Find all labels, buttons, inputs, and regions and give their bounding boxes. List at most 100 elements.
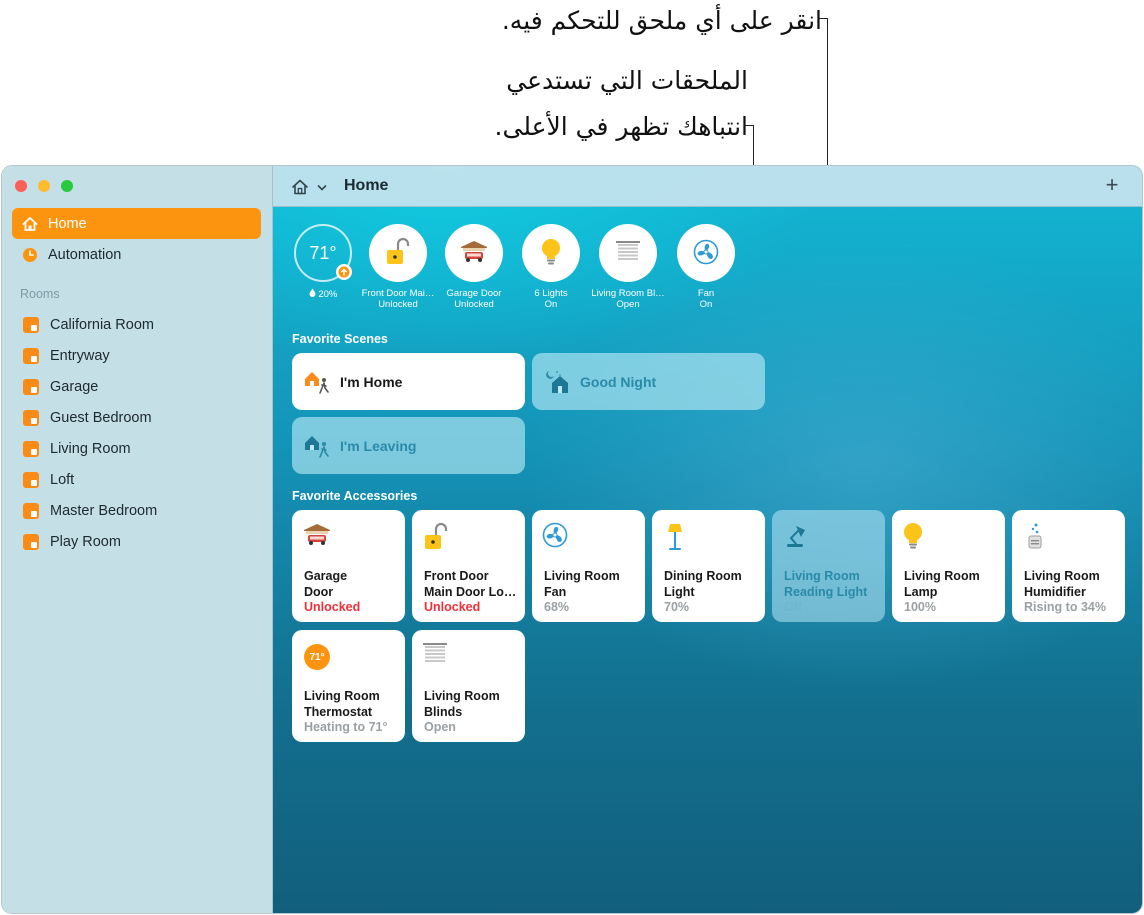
- accessory-living-room-humidifier[interactable]: Living Room Humidifier Rising to 34%: [1012, 510, 1125, 622]
- accessory-name-line1: Garage: [304, 569, 348, 583]
- scene-im-home[interactable]: I'm Home: [292, 353, 525, 410]
- status-state: On: [699, 299, 713, 310]
- close-window-button[interactable]: [15, 180, 27, 192]
- status-label: Front Door Mai…: [361, 288, 435, 299]
- sidebar: Home Automation Rooms California Room En…: [2, 166, 273, 913]
- callout-attention-line2: انتباهك تظهر في الأعلى.: [494, 112, 748, 141]
- status-front-door[interactable]: Front Door Mai… Unlocked: [360, 224, 436, 310]
- accessory-name-line1: Living Room: [424, 689, 500, 703]
- sidebar-item-master-bedroom[interactable]: Master Bedroom: [12, 495, 261, 526]
- accessory-name-line1: Living Room: [304, 689, 380, 703]
- room-icon: [23, 440, 39, 457]
- garage-icon: [302, 522, 332, 552]
- status-circle: [522, 224, 580, 282]
- accessory-name-line1: Living Room: [904, 569, 980, 583]
- accessory-status: 70%: [664, 600, 690, 614]
- room-icon: [23, 533, 39, 550]
- status-fan[interactable]: Fan On: [668, 224, 744, 310]
- desk-lamp-icon: [782, 522, 812, 552]
- thermostat-icon: 71°: [304, 644, 330, 670]
- sidebar-item-automation[interactable]: Automation: [12, 239, 261, 270]
- humidity-value: 20%: [318, 289, 338, 300]
- floor-lamp-icon: [662, 522, 692, 552]
- accessory-living-room-reading-light[interactable]: Living Room Reading Light Off: [772, 510, 885, 622]
- scene-im-leaving[interactable]: I'm Leaving: [292, 417, 525, 474]
- thermostat-badge: 71°: [309, 651, 325, 663]
- callout-line: [744, 125, 754, 126]
- blinds-icon: [422, 642, 452, 672]
- accessory-name-line1: Living Room: [1024, 569, 1100, 583]
- accessory-status: 68%: [544, 600, 570, 614]
- sidebar-item-label: Guest Bedroom: [50, 409, 152, 426]
- status-state: Unlocked: [378, 299, 418, 310]
- scene-label: Good Night: [580, 373, 657, 390]
- status-circle: [445, 224, 503, 282]
- favorite-accessories-heading: Favorite Accessories: [292, 489, 418, 503]
- status-garage-door[interactable]: Garage Door Unlocked: [436, 224, 512, 310]
- zoom-window-button[interactable]: [61, 180, 73, 192]
- lightbulb-icon: [540, 238, 562, 269]
- room-icon: [23, 502, 39, 519]
- accessory-name-line2: Humidifier: [1024, 585, 1086, 599]
- accessory-name-line1: Living Room: [544, 569, 620, 583]
- status-state: Unlocked: [454, 299, 494, 310]
- arrive-home-icon: [304, 369, 330, 395]
- sidebar-item-garage[interactable]: Garage: [12, 371, 261, 402]
- callout-line: [819, 18, 828, 19]
- callout-tap-accessory: انقر على أي ملحق للتحكم فيه.: [501, 6, 822, 35]
- status-temperature[interactable]: 71° 20%: [285, 224, 361, 300]
- sidebar-item-home[interactable]: Home: [12, 208, 261, 239]
- chevron-down-icon[interactable]: [317, 180, 327, 191]
- garage-icon: [459, 239, 489, 268]
- status-living-room-blinds[interactable]: Living Room Bl… Open: [590, 224, 666, 310]
- accessory-status: Rising to 34%: [1024, 600, 1106, 614]
- temperature-value: 71°: [309, 242, 337, 263]
- home-app-window: Home Automation Rooms California Room En…: [1, 165, 1143, 914]
- room-icon: [23, 316, 39, 333]
- accessory-living-room-lamp[interactable]: Living Room Lamp 100%: [892, 510, 1005, 622]
- accessory-living-room-fan[interactable]: Living Room Fan 68%: [532, 510, 645, 622]
- sidebar-item-california-room[interactable]: California Room: [12, 309, 261, 340]
- status-label: 6 Lights: [534, 288, 568, 299]
- accessory-name-line2: Main Door Lo…: [424, 585, 517, 599]
- scene-good-night[interactable]: Good Night: [532, 353, 765, 410]
- lock-open-icon: [422, 522, 452, 552]
- scene-label: I'm Home: [340, 373, 403, 390]
- accessory-living-room-blinds[interactable]: Living Room Blinds Open: [412, 630, 525, 742]
- accessory-name-line2: Reading Light: [784, 585, 868, 599]
- night-house-icon: [544, 369, 570, 395]
- accessory-name-line2: Light: [664, 585, 695, 599]
- sidebar-item-loft[interactable]: Loft: [12, 464, 261, 495]
- room-icon: [23, 471, 39, 488]
- sidebar-item-living-room[interactable]: Living Room: [12, 433, 261, 464]
- add-button[interactable]: +: [1100, 173, 1124, 197]
- temperature-ring: 71°: [294, 224, 352, 282]
- accessory-dining-room-light[interactable]: Dining Room Light 70%: [652, 510, 765, 622]
- humidity-drop-icon: [309, 288, 319, 300]
- accessory-living-room-thermostat[interactable]: 71° Living Room Thermostat Heating to 71°: [292, 630, 405, 742]
- sidebar-item-play-room[interactable]: Play Room: [12, 526, 261, 557]
- sidebar-item-guest-bedroom[interactable]: Guest Bedroom: [12, 402, 261, 433]
- scene-label: I'm Leaving: [340, 437, 417, 454]
- sidebar-item-label: Living Room: [50, 440, 131, 457]
- accessory-name-line2: Blinds: [424, 705, 463, 719]
- accessory-name-line2: Lamp: [904, 585, 938, 599]
- accessory-name-line1: Front Door: [424, 569, 489, 583]
- accessory-garage-door[interactable]: Garage Door Unlocked: [292, 510, 405, 622]
- minimize-window-button[interactable]: [38, 180, 50, 192]
- room-icon: [23, 378, 39, 395]
- house-menu-icon[interactable]: [291, 178, 309, 196]
- status-lights[interactable]: 6 Lights On: [513, 224, 589, 310]
- accessory-front-door-lock[interactable]: Front Door Main Door Lo… Unlocked: [412, 510, 525, 622]
- sidebar-item-label: Home: [48, 215, 87, 232]
- rooms-heading: Rooms: [20, 287, 60, 301]
- accessory-status: Unlocked: [304, 600, 361, 614]
- accessory-status: Unlocked: [424, 600, 481, 614]
- status-circle: [369, 224, 427, 282]
- blinds-icon: [615, 240, 641, 267]
- sidebar-item-entryway[interactable]: Entryway: [12, 340, 261, 371]
- status-label: Fan: [697, 288, 715, 299]
- clock-icon: [22, 247, 38, 263]
- callout-attention-line1: الملحقات التي تستدعي: [506, 66, 748, 95]
- sidebar-item-label: Master Bedroom: [50, 502, 158, 519]
